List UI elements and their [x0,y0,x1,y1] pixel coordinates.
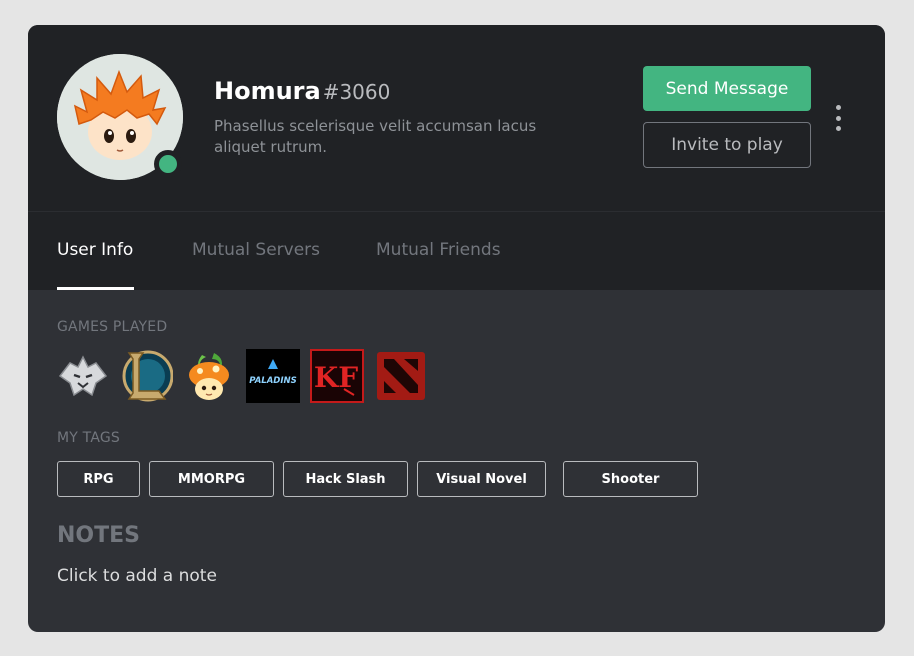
profile-header: Homura #3060 Phasellus scelerisque velit … [28,25,885,211]
tag-mmorpg[interactable]: MMORPG [149,461,274,497]
avatar[interactable] [57,54,183,180]
active-tab-indicator [57,287,134,290]
profile-tabs: User Info Mutual Servers Mutual Friends [28,211,885,290]
username-text: Homura [214,77,321,105]
notes-input[interactable]: Click to add a note [57,566,217,586]
online-status-indicator [154,150,182,178]
tab-mutual-servers[interactable]: Mutual Servers [192,240,320,260]
tag-visual-novel[interactable]: Visual Novel [417,461,546,497]
dot [835,126,841,131]
games-played-list: PALADINS KF [56,349,476,405]
tag-rpg[interactable]: RPG [57,461,140,497]
my-tags-heading: MY TAGS [57,430,121,446]
dota-2-icon[interactable] [374,349,428,403]
notes-heading: NOTES [57,523,140,548]
invite-to-play-button[interactable]: Invite to play [643,122,811,168]
more-options-icon[interactable] [830,105,846,131]
killing-floor-2-icon[interactable]: KF [310,349,364,403]
paladins-icon[interactable]: PALADINS [246,349,300,403]
tag-shooter[interactable]: Shooter [563,461,698,497]
tag-hack-slash[interactable]: Hack Slash [283,461,408,497]
send-message-button[interactable]: Send Message [643,66,811,111]
my-tags-list: RPG MMORPG Hack Slash Visual Novel Shoot… [57,461,757,497]
mushroom-game-icon[interactable] [182,349,236,403]
tab-mutual-friends[interactable]: Mutual Friends [376,240,501,260]
dot [835,115,841,121]
wolf-game-icon[interactable] [56,349,110,403]
profile-bio: Phasellus scelerisque velit accumsan lac… [214,117,537,156]
tab-user-info[interactable]: User Info [57,240,133,260]
kf-logo-text: KF [314,361,358,394]
dot [835,105,841,110]
games-played-heading: GAMES PLAYED [57,319,168,335]
paladins-logo-text: PALADINS [249,376,296,386]
league-of-legends-icon[interactable] [119,349,174,403]
profile-username: Homura #3060 [214,77,390,105]
discriminator-text: #3060 [322,80,391,104]
user-profile-card: Homura #3060 Phasellus scelerisque velit … [28,25,885,632]
